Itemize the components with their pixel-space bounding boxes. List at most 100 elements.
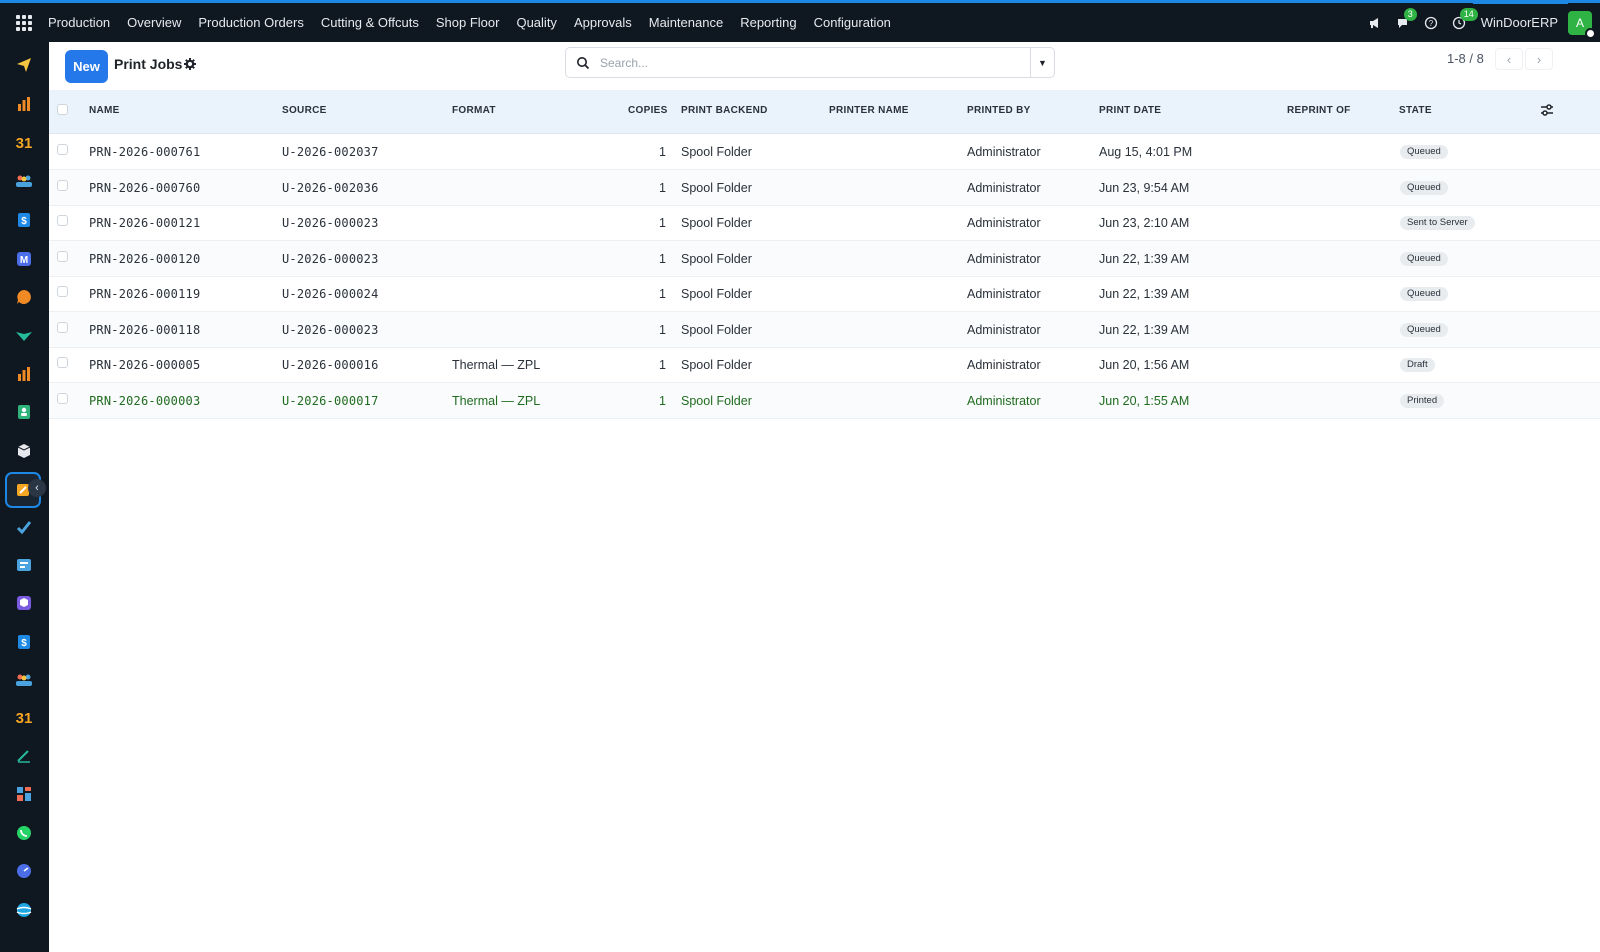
whatsapp-icon[interactable] bbox=[11, 820, 37, 846]
nav-item-shop-floor[interactable]: Shop Floor bbox=[427, 3, 508, 42]
pagination-count: 1-8 / 8 bbox=[1447, 51, 1484, 66]
gauge-icon[interactable] bbox=[11, 858, 37, 884]
collapse-sidebar-icon[interactable]: ‹ bbox=[28, 479, 46, 497]
cell-source[interactable]: U-2026-000023 bbox=[282, 323, 379, 337]
cell-date: Jun 20, 1:55 AM bbox=[1099, 393, 1190, 408]
cell-printed-by: Administrator bbox=[967, 145, 1041, 159]
prev-page-icon[interactable]: ‹ bbox=[1495, 48, 1523, 70]
row-checkbox[interactable] bbox=[57, 179, 68, 191]
cell-name[interactable]: PRN-2026-000119 bbox=[89, 287, 200, 301]
cell-backend: Spool Folder bbox=[681, 145, 752, 159]
row-checkbox[interactable] bbox=[57, 357, 68, 368]
col-source[interactable]: SOURCE bbox=[282, 105, 327, 116]
cell-printed-by: Administrator bbox=[967, 358, 1041, 372]
cell-format: Thermal — ZPL bbox=[452, 358, 541, 372]
chat-bubble-icon[interactable] bbox=[11, 284, 37, 310]
row-checkbox[interactable] bbox=[57, 286, 68, 297]
bar-chart-icon[interactable] bbox=[11, 91, 37, 117]
cell-name[interactable]: PRN-2026-000003 bbox=[89, 394, 200, 408]
row-checkbox[interactable] bbox=[57, 250, 68, 262]
select-all-checkbox[interactable] bbox=[57, 104, 68, 115]
nav-item-production[interactable]: Production bbox=[48, 3, 119, 42]
box-icon[interactable] bbox=[11, 438, 37, 464]
search-options-dropdown[interactable]: ▼ bbox=[1030, 48, 1054, 77]
cell-source[interactable]: U-2026-000017 bbox=[282, 394, 379, 408]
checkmark-icon[interactable] bbox=[11, 514, 37, 540]
contact-book-icon[interactable] bbox=[11, 399, 37, 425]
cell-date: Jun 22, 1:39 AM bbox=[1099, 251, 1190, 266]
announcement-icon[interactable] bbox=[1361, 3, 1389, 42]
col-printer-name[interactable]: PRINTER NAME bbox=[829, 105, 909, 116]
cell-name[interactable]: PRN-2026-000121 bbox=[89, 216, 200, 230]
table-row[interactable]: PRN-2026-000120 U-2026-000023 1 Spool Folde… bbox=[49, 240, 1600, 277]
column-settings-icon[interactable] bbox=[1539, 102, 1555, 118]
cell-name[interactable]: PRN-2026-000120 bbox=[89, 252, 200, 266]
gear-icon[interactable] bbox=[183, 57, 197, 71]
dollar-doc-icon[interactable]: $ bbox=[11, 629, 37, 655]
cell-name[interactable]: PRN-2026-000005 bbox=[89, 358, 200, 372]
dashboard-icon[interactable] bbox=[11, 781, 37, 807]
pen-icon[interactable] bbox=[11, 743, 37, 769]
globe-icon[interactable] bbox=[11, 897, 37, 923]
col-state[interactable]: STATE bbox=[1399, 105, 1432, 116]
mail-m-icon[interactable]: M bbox=[11, 246, 37, 272]
col-reprint-of[interactable]: REPRINT OF bbox=[1287, 105, 1351, 116]
cell-source[interactable]: U-2026-000024 bbox=[282, 287, 379, 301]
cell-source[interactable]: U-2026-000023 bbox=[282, 252, 379, 266]
bar-chart-icon[interactable] bbox=[11, 361, 37, 387]
row-checkbox[interactable] bbox=[57, 215, 68, 226]
cell-name[interactable]: PRN-2026-000761 bbox=[89, 145, 200, 159]
svg-text:$: $ bbox=[21, 216, 27, 227]
col-name[interactable]: NAME bbox=[89, 105, 120, 116]
company-switcher[interactable]: WinDoorERP bbox=[1472, 1, 1568, 41]
activity-icon[interactable]: 14 bbox=[1445, 3, 1478, 42]
new-button[interactable]: New bbox=[65, 50, 108, 83]
reader-icon[interactable] bbox=[11, 552, 37, 578]
col-print-backend[interactable]: PRINT BACKEND bbox=[681, 105, 768, 116]
help-icon[interactable]: ? bbox=[1417, 3, 1445, 42]
cube-icon[interactable] bbox=[11, 590, 37, 616]
col-printed-by[interactable]: PRINTED BY bbox=[967, 105, 1031, 116]
row-checkbox[interactable] bbox=[57, 392, 68, 404]
table-row[interactable]: PRN-2026-000760 U-2026-002036 1 Spool Folde… bbox=[49, 169, 1600, 206]
cell-backend: Spool Folder bbox=[681, 322, 752, 337]
nav-item-reporting[interactable]: Reporting bbox=[732, 3, 805, 42]
team-icon[interactable] bbox=[11, 168, 37, 194]
table-row[interactable]: PRN-2026-000005 U-2026-000016 Thermal — ZP… bbox=[49, 347, 1600, 383]
chat-icon[interactable]: 3 bbox=[1389, 3, 1417, 42]
nav-item-approvals[interactable]: Approvals bbox=[565, 3, 640, 42]
cell-name[interactable]: PRN-2026-000118 bbox=[89, 323, 200, 337]
cell-source[interactable]: U-2026-002036 bbox=[282, 181, 379, 195]
search-input[interactable] bbox=[600, 49, 1030, 76]
nav-item-production-orders[interactable]: Production Orders bbox=[190, 3, 313, 42]
cell-source[interactable]: U-2026-000016 bbox=[282, 358, 379, 372]
nav-item-quality[interactable]: Quality bbox=[508, 3, 565, 42]
nav-item-configuration[interactable]: Configuration bbox=[805, 3, 899, 42]
nav-item-overview[interactable]: Overview bbox=[119, 3, 190, 42]
nav-item-cutting-offcuts[interactable]: Cutting & Offcuts bbox=[312, 3, 427, 42]
table-row[interactable]: PRN-2026-000119 U-2026-000024 1 Spool Folde… bbox=[49, 276, 1600, 312]
dollar-doc-icon[interactable]: $ bbox=[11, 207, 37, 233]
table-row[interactable]: PRN-2026-000118 U-2026-000023 1 Spool Folde… bbox=[49, 311, 1600, 348]
table-row[interactable]: PRN-2026-000121 U-2026-000023 1 Spool Folde… bbox=[49, 205, 1600, 241]
send-icon[interactable] bbox=[11, 52, 37, 78]
avatar[interactable]: A bbox=[1568, 10, 1596, 39]
calendar-31-icon[interactable]: 31 bbox=[11, 705, 37, 731]
row-checkbox[interactable] bbox=[57, 144, 68, 155]
cell-name[interactable]: PRN-2026-000760 bbox=[89, 181, 200, 195]
col-copies[interactable]: COPIES bbox=[628, 105, 668, 116]
col-format[interactable]: FORMAT bbox=[452, 105, 496, 116]
next-page-icon[interactable]: › bbox=[1525, 48, 1553, 70]
table-row[interactable]: PRN-2026-000761 U-2026-002037 1 Spool Folde… bbox=[49, 134, 1600, 170]
check-shield-icon[interactable] bbox=[11, 323, 37, 349]
team-icon[interactable] bbox=[11, 667, 37, 693]
chat-badge: 3 bbox=[1403, 8, 1417, 21]
cell-source[interactable]: U-2026-000023 bbox=[282, 216, 379, 230]
calendar-31-icon[interactable]: 31 bbox=[11, 130, 37, 156]
row-checkbox[interactable] bbox=[57, 321, 68, 333]
table-row[interactable]: PRN-2026-000003 U-2026-000017 Thermal — ZP… bbox=[49, 382, 1600, 419]
app-switcher-icon[interactable] bbox=[0, 3, 48, 42]
col-print-date[interactable]: PRINT DATE bbox=[1099, 105, 1161, 116]
nav-item-maintenance[interactable]: Maintenance bbox=[640, 3, 731, 42]
cell-source[interactable]: U-2026-002037 bbox=[282, 145, 379, 159]
